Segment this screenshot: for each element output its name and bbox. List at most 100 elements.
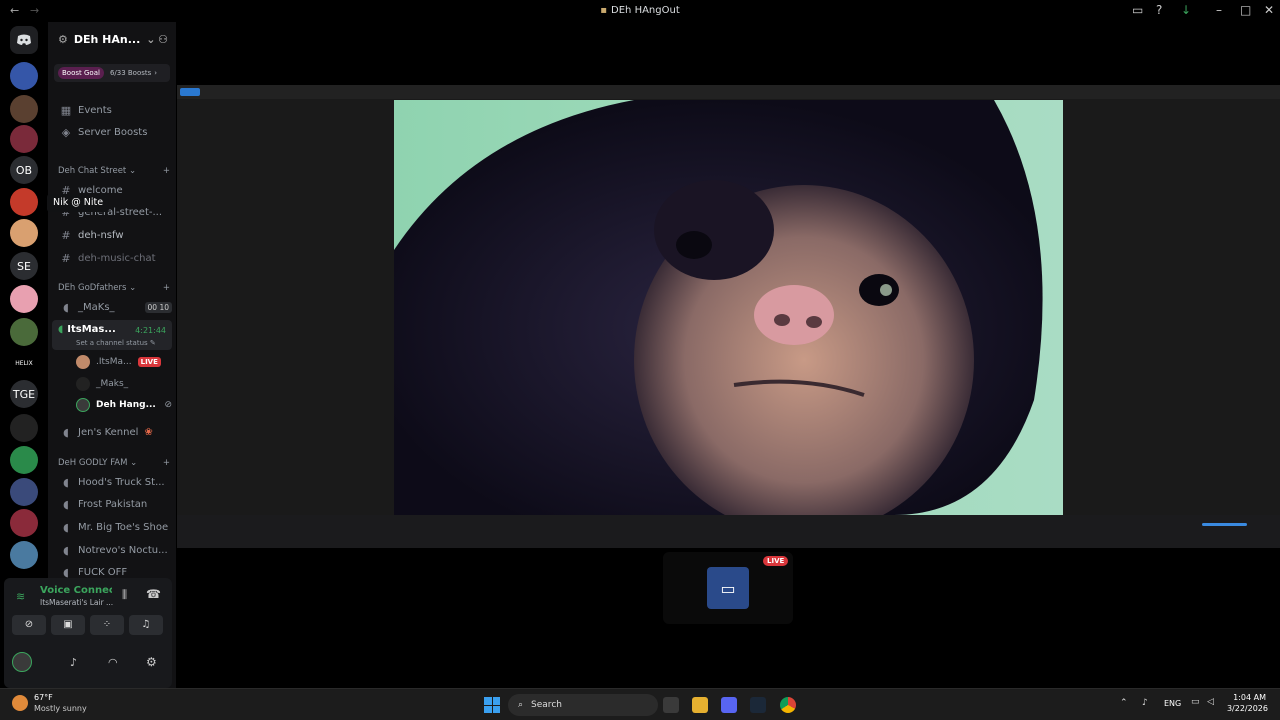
boost-goal-bar[interactable]: Boost Goal 6/33 Boosts › [54,64,170,82]
voice-user-deh-hang[interactable]: Deh Hang... ⊘ [76,396,172,414]
server-icon[interactable] [10,541,38,569]
server-nik-at-nite[interactable] [10,188,38,216]
voice-channel-name[interactable]: ItsMaserati's Lair ... [40,598,114,607]
voice-channel-hoods[interactable]: ◖ Hood's Truck St... [54,472,172,492]
server-icon[interactable] [10,478,38,506]
boost-icon: ◈ [61,125,71,139]
server-icon[interactable] [10,95,38,123]
server-icon[interactable] [10,219,38,247]
clock-time[interactable]: 1:04 AM [1226,693,1266,702]
stream-toolbar [177,85,1280,99]
channel-deh-nsfw[interactable]: # deh-nsfw [54,225,172,245]
server-header[interactable]: ⚙ DEh HAn... ⌄ ⚇ [48,22,176,56]
user-name: _Maks_ [96,379,129,389]
server-icon[interactable] [10,446,38,474]
folder-icon[interactable] [692,697,708,713]
voice-status[interactable]: Voice Connected [40,585,112,596]
channel-label: ItsMas... [67,324,116,335]
speaker-icon: ▪ [600,5,608,16]
add-channel-icon[interactable]: + [163,283,170,293]
inbox-icon[interactable]: ▭ [1132,3,1143,17]
voice-channel-bigtoe[interactable]: ◖ Mr. Big Toe's Shoe [54,517,172,537]
discord-home-icon[interactable] [10,26,38,54]
voice-channel-maks[interactable]: ◖ _MaKs_ 00 10 [54,297,172,317]
channel-label: Jen's Kennel [78,426,139,438]
main-stream-area: ▭ LIVE [176,22,1280,688]
chevron-up-icon[interactable]: ⌃ [1120,698,1128,708]
voice-channel-frost[interactable]: ◖ Frost Pakistan [54,494,172,514]
voice-channel-notrevo[interactable]: ◖ Notrevo's Noctu... [54,540,172,560]
minimize-button[interactable]: – [1216,3,1222,17]
weather-temp[interactable]: 67°F [34,693,53,702]
stream-view[interactable] [177,85,1280,548]
add-channel-icon[interactable]: + [163,458,170,468]
screen-share-button[interactable]: ▣ [51,615,85,635]
server-icon[interactable] [10,285,38,313]
boost-goal-label: Boost Goal [58,67,104,79]
volume-icon[interactable]: ◁ [1207,697,1214,707]
voice-timer: 4:21:44 [135,326,166,335]
volume-slider[interactable] [1202,523,1247,526]
soundboard-button[interactable]: ♫ [129,615,163,635]
noise-suppression-icon[interactable]: ⫼ [122,588,127,602]
add-member-icon[interactable]: ⚇ [158,33,168,46]
server-icon[interactable] [10,318,38,346]
language-indicator[interactable]: ENG [1164,699,1181,708]
server-tooltip: Nik @ Nite [47,194,110,212]
category-deh-godly-fam[interactable]: DeH GODLY FAM ⌄ + [58,458,170,468]
stream-app-icon [180,88,200,96]
live-badge: LIVE [763,556,789,566]
add-channel-icon[interactable]: + [163,166,170,176]
dog-emoji-icon: ❀ [144,426,153,438]
avatar [76,398,90,412]
server-helix[interactable]: HELIX [10,349,38,377]
category-deh-chat-street[interactable]: Deh Chat Street ⌄ + [58,166,170,176]
server-se[interactable]: SE [10,252,38,280]
mic-icon[interactable]: ♪ [1142,698,1148,708]
headphones-icon[interactable]: ◠ [108,656,118,669]
chrome-icon[interactable] [780,697,796,713]
steam-icon[interactable] [750,697,766,713]
events-item[interactable]: ▦ Events [54,100,172,120]
disconnect-icon[interactable]: ☎ [146,587,161,601]
mic-icon[interactable]: ♪ [70,656,77,669]
server-tge-label: TGE [12,387,36,401]
voice-user-maks[interactable]: _Maks_ [76,375,172,393]
server-icon[interactable] [10,414,38,442]
channel-status[interactable]: Set a channel status ✎ [76,339,156,347]
voice-channel-jens-kennel[interactable]: ◖ Jen's Kennel ❀ [54,422,172,442]
voice-user-itsma[interactable]: .ItsMa... LIVE [76,353,172,371]
camera-off-button[interactable]: ⊘ [12,615,46,635]
download-icon[interactable]: ↓ [1181,3,1191,17]
activities-button[interactable]: ⁘ [90,615,124,635]
help-icon[interactable]: ? [1156,3,1162,17]
network-icon[interactable]: ▭ [1191,697,1200,707]
taskbar-search[interactable]: ⌕ Search [508,694,658,716]
channel-deh-music-chat[interactable]: # deh-music-chat [54,248,172,268]
user-avatar[interactable] [12,652,32,672]
voice-channel-itsmas[interactable]: ◖ ItsMas... 4:21:44 Set a channel status … [52,320,172,350]
stream-preview-tile[interactable]: ▭ LIVE [663,552,793,624]
weather-desc[interactable]: Mostly sunny [34,704,87,713]
user-count-a: 00 [147,302,158,312]
clock-date[interactable]: 3/22/2026 [1224,704,1268,713]
server-icon[interactable] [10,125,38,153]
discord-icon[interactable] [721,697,737,713]
server-tge[interactable]: TGE [10,380,38,408]
category-deh-godfathers[interactable]: DEh GoDfathers ⌄ + [58,283,170,293]
gear-icon[interactable]: ⚙ [146,655,157,669]
server-icon[interactable] [10,62,38,90]
title-bar: ← → ▪ DEh HAngOut ▭ ? ↓ – □ ✕ [0,0,1280,22]
server-boosts-item[interactable]: ◈ Server Boosts [54,122,172,142]
windows-icon[interactable] [484,697,500,713]
server-helix-label: HELIX [15,359,33,367]
maximize-button[interactable]: □ [1240,3,1251,17]
server-icon[interactable] [10,509,38,537]
server-ob[interactable]: OB [10,156,38,184]
weather-icon[interactable] [12,695,28,711]
close-button[interactable]: ✕ [1264,3,1274,17]
channel-label: Notrevo's Noctu... [78,544,168,556]
signal-icon: ≋ [16,590,26,603]
copilot-icon[interactable] [663,697,679,713]
stream-image [394,100,1063,515]
